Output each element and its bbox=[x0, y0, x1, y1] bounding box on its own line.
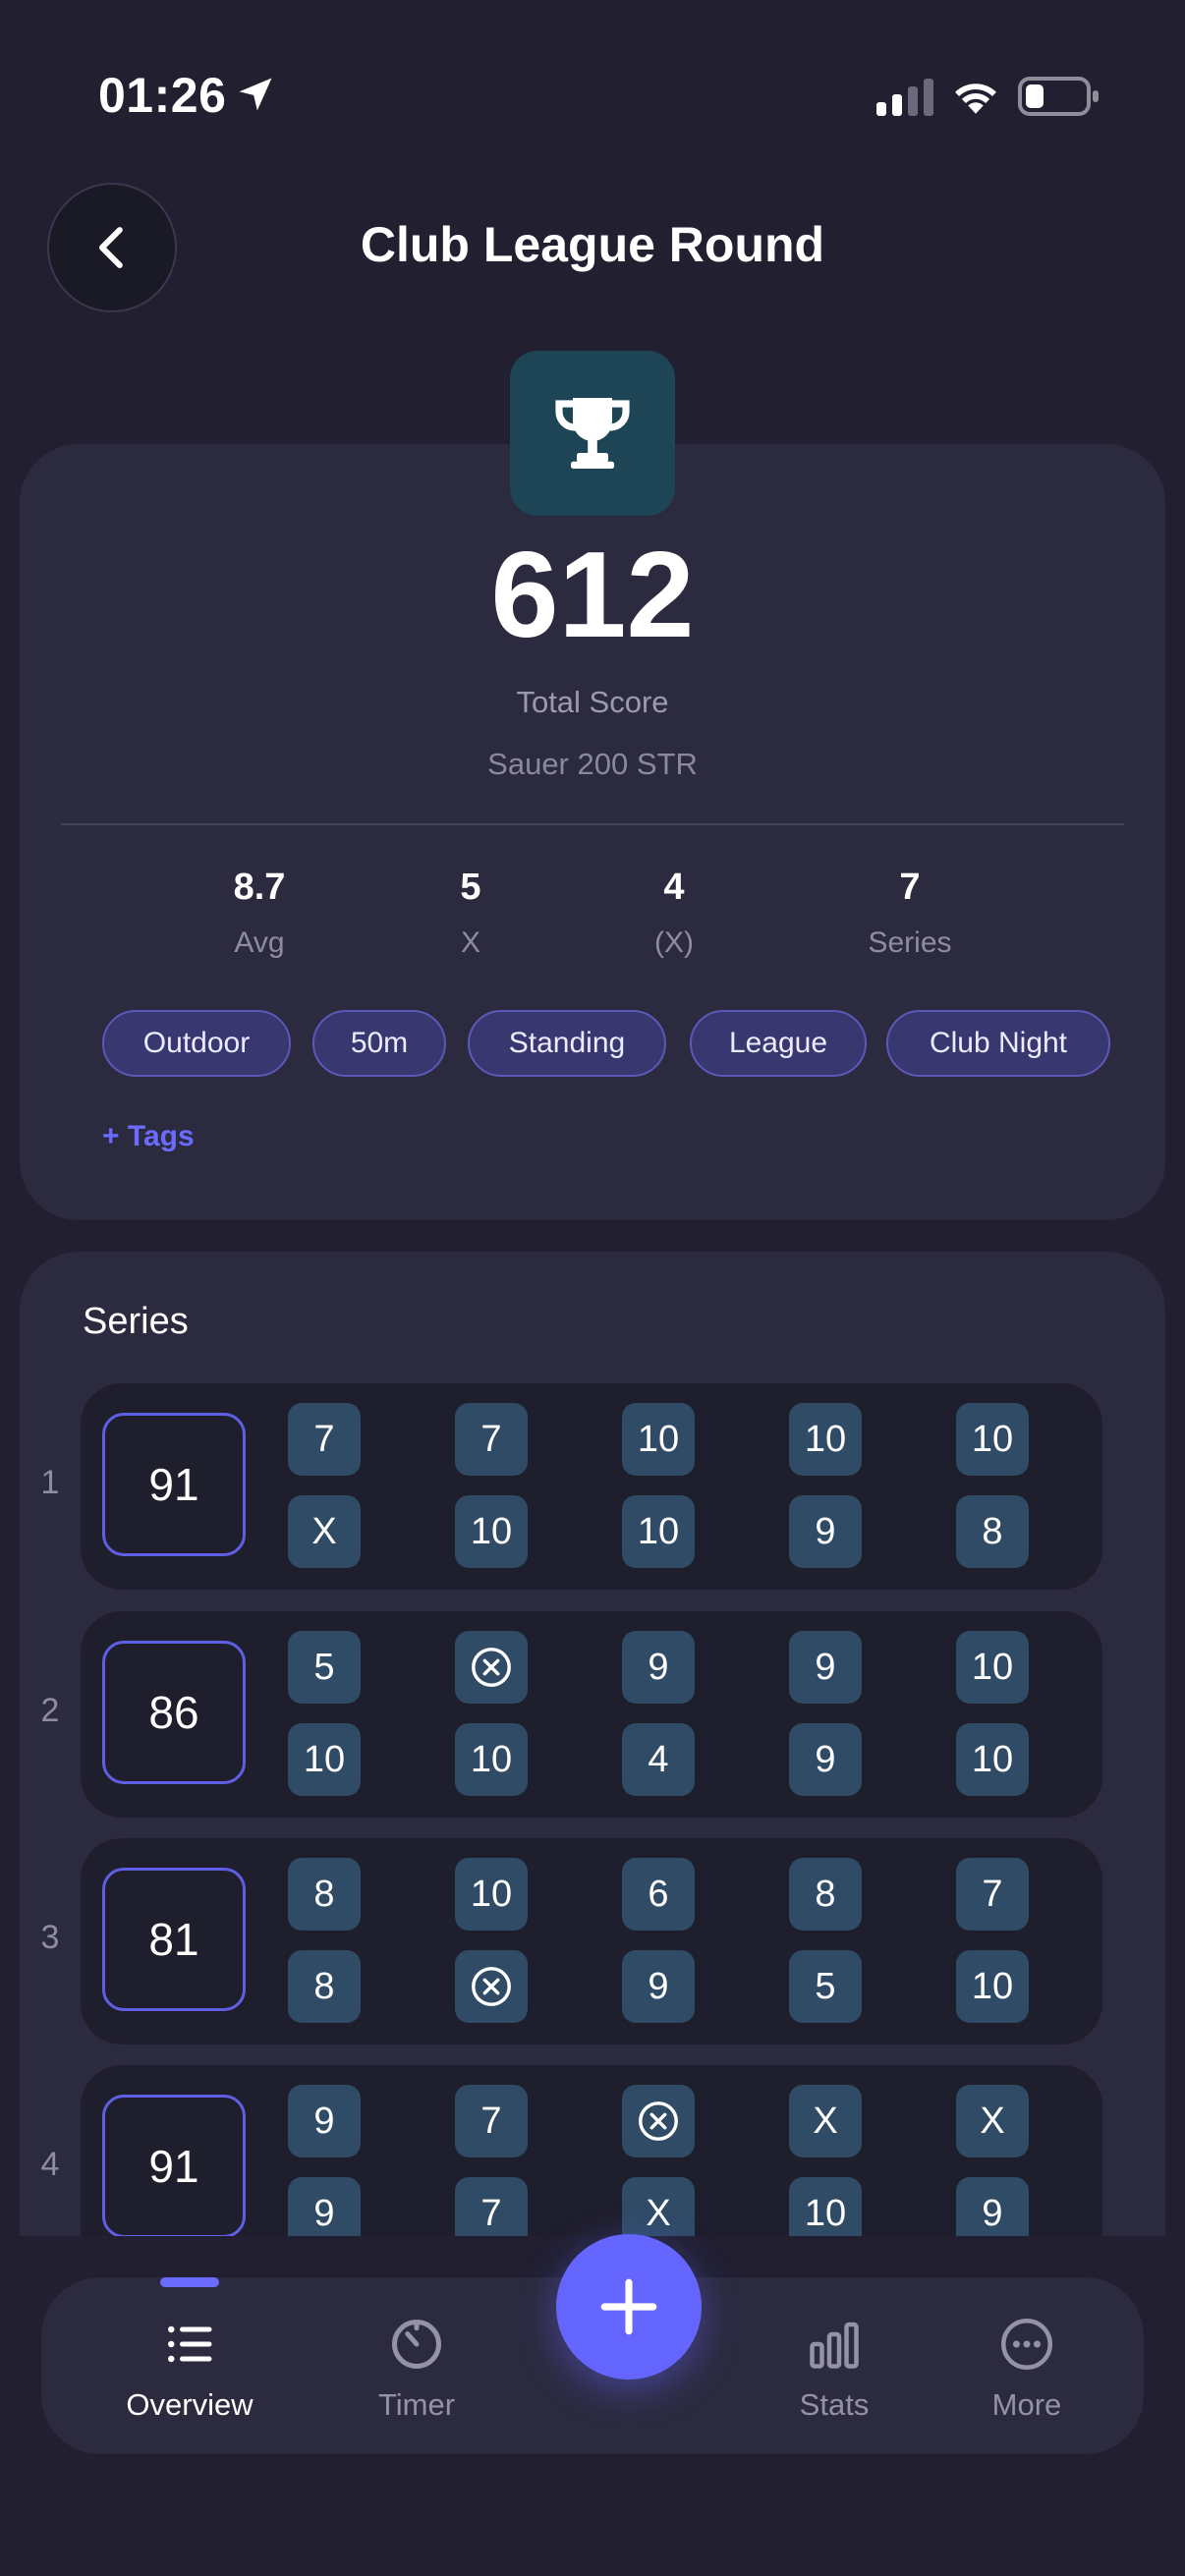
status-time: 01:26 bbox=[98, 68, 227, 123]
series-row[interactable]: 3 81 8 10 6 8 7 8 9 5 10 bbox=[41, 1838, 1102, 2044]
plus-icon bbox=[600, 2278, 657, 2335]
shot-score: 10 bbox=[956, 1723, 1029, 1796]
shot-score: 8 bbox=[956, 1495, 1029, 1568]
location-arrow-icon bbox=[239, 78, 272, 111]
stat-label: X bbox=[460, 926, 480, 959]
add-tags-button[interactable]: + Tags bbox=[102, 1120, 195, 1153]
shot-score: 10 bbox=[956, 1950, 1029, 2023]
divider bbox=[61, 823, 1124, 825]
nav-item-timer[interactable]: Timer bbox=[309, 2277, 525, 2454]
stat-label: (X) bbox=[654, 926, 694, 959]
shot-score: X bbox=[956, 2085, 1029, 2157]
series-total: 91 bbox=[102, 1413, 246, 1556]
nav-item-overview[interactable]: Overview bbox=[82, 2277, 298, 2454]
shot-score: 7 bbox=[956, 1858, 1029, 1931]
stat-inner-x-count: 4 (X) bbox=[576, 867, 772, 960]
shot-score: 9 bbox=[622, 1631, 695, 1704]
series-total: 91 bbox=[102, 2095, 246, 2238]
shot-score: 10 bbox=[455, 1723, 528, 1796]
stat-label: Avg bbox=[234, 926, 285, 959]
shot-score: X bbox=[789, 2085, 862, 2157]
shot-score: 7 bbox=[455, 1403, 528, 1476]
tags-row: Outdoor 50m Standing League Club Night bbox=[83, 1010, 1124, 1079]
shot-score: 10 bbox=[956, 1631, 1029, 1704]
stat-value: 4 bbox=[663, 867, 685, 908]
shot-score: X bbox=[288, 1495, 361, 1568]
wifi-icon bbox=[955, 84, 996, 114]
shot-score: 10 bbox=[789, 1403, 862, 1476]
shot-score: 6 bbox=[622, 1858, 695, 1931]
cellular-signal-icon bbox=[876, 79, 933, 116]
tag-standing[interactable]: Standing bbox=[468, 1010, 666, 1077]
shot-score: 7 bbox=[288, 1403, 361, 1476]
series-number: 3 bbox=[40, 1919, 60, 1956]
series-section-title: Series bbox=[83, 1301, 189, 1342]
series-number: 4 bbox=[40, 2146, 60, 2183]
shot-score: 10 bbox=[622, 1403, 695, 1476]
shot-score: 5 bbox=[789, 1950, 862, 2023]
stat-label: Series bbox=[868, 926, 952, 959]
series-row[interactable]: 2 86 5 9 9 10 10 10 4 9 10 bbox=[41, 1611, 1102, 1818]
add-series-button[interactable] bbox=[556, 2234, 702, 2380]
stat-value: 5 bbox=[460, 867, 481, 908]
shot-score: 9 bbox=[789, 1495, 862, 1568]
page-title: Club League Round bbox=[360, 217, 825, 272]
shot-score: 9 bbox=[789, 1723, 862, 1796]
list-icon bbox=[168, 2325, 212, 2363]
rifle-name: Sauer 200 STR bbox=[487, 747, 698, 781]
shot-score: 10 bbox=[622, 1495, 695, 1568]
shot-score: 8 bbox=[789, 1858, 862, 1931]
battery-icon bbox=[1018, 77, 1099, 116]
nav-label: Stats bbox=[799, 2387, 870, 2422]
total-score: 612 bbox=[490, 528, 695, 663]
tag-club-night[interactable]: Club Night bbox=[886, 1010, 1110, 1077]
stat-x-count: 5 X bbox=[372, 867, 569, 960]
nav-label: More bbox=[991, 2387, 1062, 2422]
nav-label: Timer bbox=[377, 2387, 456, 2422]
shot-score: 8 bbox=[288, 1950, 361, 2023]
tag-league[interactable]: League bbox=[690, 1010, 867, 1077]
total-score-label: Total Score bbox=[516, 685, 669, 719]
shot-score: 7 bbox=[455, 2085, 528, 2157]
shot-score: 10 bbox=[455, 1858, 528, 1931]
tag-outdoor[interactable]: Outdoor bbox=[102, 1010, 291, 1077]
bar-chart-icon bbox=[810, 2322, 859, 2369]
shot-score: 10 bbox=[956, 1403, 1029, 1476]
shot-score: 8 bbox=[288, 1858, 361, 1931]
nav-item-stats[interactable]: Stats bbox=[726, 2277, 942, 2454]
stat-value: 8.7 bbox=[233, 867, 286, 908]
stat-average: 8.7 Avg bbox=[161, 867, 358, 960]
screen: 01:26 Club League Round 612 Total Score … bbox=[0, 0, 1185, 2576]
trophy-badge bbox=[510, 351, 675, 516]
nav-label: Overview bbox=[126, 2387, 254, 2422]
shot-miss bbox=[455, 1631, 528, 1704]
tag-50m[interactable]: 50m bbox=[312, 1010, 446, 1077]
active-tab-indicator bbox=[160, 2277, 219, 2287]
shot-score: 10 bbox=[455, 1495, 528, 1568]
circle-x-icon bbox=[639, 2101, 678, 2141]
shot-score: 9 bbox=[288, 2085, 361, 2157]
series-total: 81 bbox=[102, 1868, 246, 2011]
circle-x-icon bbox=[472, 1648, 511, 1687]
series-total: 86 bbox=[102, 1641, 246, 1784]
shot-miss bbox=[455, 1950, 528, 2023]
nav-item-more[interactable]: More bbox=[919, 2277, 1135, 2454]
trophy-icon bbox=[555, 398, 630, 469]
summary-card: 612 Total Score Sauer 200 STR 8.7 Avg 5 … bbox=[20, 444, 1165, 1220]
shot-score: 9 bbox=[789, 1631, 862, 1704]
series-number: 1 bbox=[40, 1464, 60, 1501]
stat-value: 7 bbox=[899, 867, 921, 908]
more-icon bbox=[1001, 2319, 1052, 2370]
stat-series-count: 7 Series bbox=[812, 867, 1008, 960]
shot-score: 5 bbox=[288, 1631, 361, 1704]
timer-icon bbox=[392, 2320, 441, 2369]
series-row[interactable]: 1 91 7 7 10 10 10 X 10 10 9 8 bbox=[41, 1383, 1102, 1590]
status-bar: 01:26 bbox=[0, 0, 1185, 187]
shot-score: 10 bbox=[288, 1723, 361, 1796]
series-number: 2 bbox=[40, 1692, 60, 1729]
shot-score: 4 bbox=[622, 1723, 695, 1796]
shot-miss bbox=[622, 2085, 695, 2157]
shot-score: 9 bbox=[622, 1950, 695, 2023]
circle-x-icon bbox=[472, 1967, 511, 2006]
